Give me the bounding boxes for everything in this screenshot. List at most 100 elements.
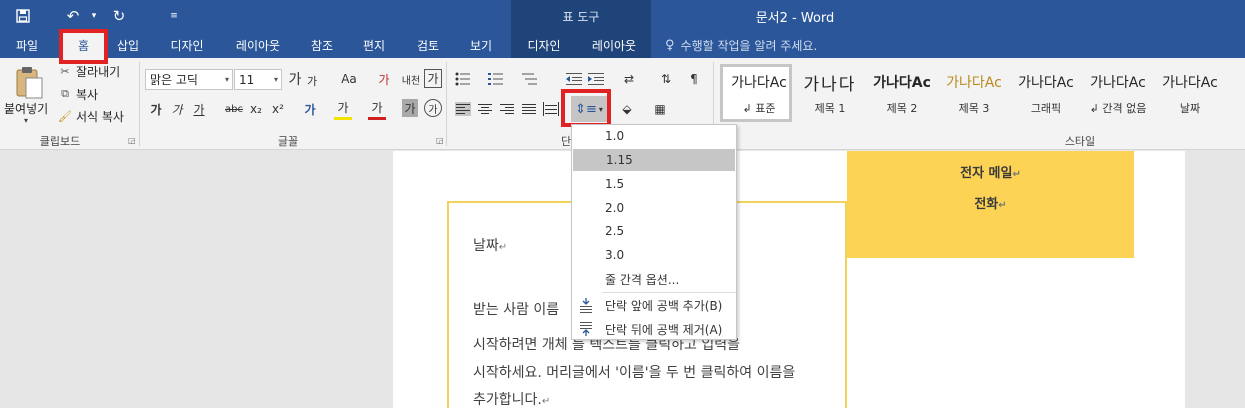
tab-file[interactable]: 파일 [6,32,48,58]
line-spacing-options[interactable]: 줄 간격 옵션... [572,268,736,290]
style-sample: 가나다Ac [1162,75,1218,91]
tell-me-box[interactable]: ♀ 수행할 작업을 알려 주세요. [665,32,817,58]
numbering-icon[interactable] [488,72,504,86]
paste-label[interactable]: 붙여넣기 [4,100,48,117]
contact-phone[interactable]: 전화↵ [847,193,1134,212]
paint-bucket-icon[interactable]: ⬙ [616,98,638,120]
copy-button[interactable]: ⧉ 복사 [58,85,98,103]
contact-phone-text: 전화 [974,197,999,212]
spacing-option-3-0[interactable]: 3.0 [572,244,736,266]
bullets-icon[interactable] [455,72,471,86]
tab-table-design[interactable]: 디자인 [511,32,577,58]
clipboard-paste-icon[interactable] [14,66,44,100]
date-placeholder[interactable]: 날짜↵ [473,235,507,255]
multilevel-list-icon[interactable] [522,72,538,86]
style-date[interactable]: 가나다Ac 날짜 [1154,64,1226,122]
spacing-option-2-0[interactable]: 2.0 [572,197,736,219]
body-text-line-2[interactable]: 시작하세요. 머리글에서 '이름'을 두 번 클릭하여 이름을 [473,362,795,382]
style-heading-3[interactable]: 가나다Ac 제목 3 [938,64,1010,122]
strikethrough-button[interactable]: abc [223,98,245,120]
spacing-option-1-5[interactable]: 1.5 [572,173,736,195]
recipient-placeholder[interactable]: 받는 사람 이름 [473,299,559,319]
style-heading-2[interactable]: 가나다Ac 제목 2 [866,64,938,122]
remove-space-after-item[interactable]: 단락 뒤에 공백 제거(A) [572,318,736,340]
paragraph-mark: ↵ [541,396,551,407]
grow-font-button[interactable]: 가 [286,68,304,90]
menu-divider [602,292,736,293]
cut-button[interactable]: ✂ 잘라내기 [58,62,120,80]
align-center-icon[interactable] [477,102,493,116]
style-name: 날짜 [1179,102,1201,115]
font-color-button[interactable]: 가 [368,98,386,120]
font-size-box[interactable]: 11 ▾ [234,69,282,90]
home-tab-highlight [59,29,108,64]
redo-icon[interactable]: ↻ [104,0,134,32]
text-direction-icon[interactable]: ⇄ [618,68,640,90]
align-right-icon[interactable] [499,102,515,116]
style-heading-1[interactable]: 가나다 제목 1 [794,64,866,122]
line-spacing-menu: 1.0 1.15 1.5 2.0 2.5 3.0 줄 간격 옵션... 단락 앞… [571,124,737,340]
group-divider [139,62,140,146]
undo-dropdown-icon[interactable]: ▾ [88,0,100,32]
style-normal[interactable]: 가나다Ac ↲ 표준 [720,64,792,122]
phonetic-guide-button[interactable]: 내천 [399,68,423,90]
contact-email-text: 전자 메일 [960,166,1013,181]
add-space-before-item[interactable]: 단락 앞에 공백 추가(B) [572,294,736,316]
font-launcher-icon[interactable]: ◲ [436,136,444,145]
bold-button[interactable]: 가 [148,98,164,120]
highlight-button[interactable]: 가 [334,98,352,120]
clear-formatting-button[interactable]: 가 [374,68,394,90]
italic-button[interactable]: 가 [169,98,185,120]
increase-indent-icon[interactable] [588,72,604,86]
tab-design[interactable]: 디자인 [158,32,216,58]
style-graphic[interactable]: 가나다Ac 그래픽 [1010,64,1082,122]
sort-icon[interactable]: ⇅ [656,68,676,90]
style-name: 제목 2 [886,102,918,115]
date-text: 날짜 [473,238,499,254]
align-left-icon[interactable] [455,102,471,116]
text-effects-button[interactable]: 가 [301,98,319,120]
style-sample: 가나다Ac [946,75,1002,91]
spacing-option-2-5[interactable]: 2.5 [572,220,736,242]
quick-access-toolbar: ↶ ▾ ↻ ≡ [0,0,180,32]
enclose-characters-button[interactable]: 가 [424,99,442,117]
show-marks-icon[interactable]: ¶ [684,68,704,90]
tab-mailings[interactable]: 편지 [354,32,394,58]
tab-insert[interactable]: 삽입 [108,32,148,58]
distributed-icon[interactable] [543,102,559,116]
font-size-value: 11 [239,72,255,87]
borders-icon[interactable]: ▦ [650,98,670,120]
tab-view[interactable]: 보기 [460,32,502,58]
superscript-button[interactable]: x² [270,98,286,120]
font-name-box[interactable]: 맑은 고딕 ▾ [145,69,233,90]
table-tools-header: 표 도구 [511,0,651,32]
clipboard-launcher-icon[interactable]: ◲ [128,136,136,145]
change-case-button[interactable]: Aa [336,68,362,90]
character-shading-button[interactable]: 가 [402,99,418,117]
recipient-text: 받는 사람 이름 [473,302,560,318]
format-painter-button[interactable]: 🖌 서식 복사 [58,107,124,125]
character-border-button[interactable]: 가 [424,69,442,88]
tab-references[interactable]: 참조 [302,32,342,58]
tab-layout[interactable]: 레이아웃 [226,32,290,58]
document-title: 문서2 - Word [755,10,835,26]
body-text-line-3[interactable]: 추가합니다.↵ [473,389,550,408]
customize-qat-icon[interactable]: ≡ [168,0,180,32]
tab-table-layout[interactable]: 레이아웃 [577,32,651,58]
shrink-font-button[interactable]: 가 [304,70,320,92]
style-no-spacing[interactable]: 가나다Ac ↲ 간격 없음 [1082,64,1154,122]
subscript-button[interactable]: x₂ [248,98,264,120]
justify-icon[interactable] [521,102,537,116]
cut-label: 잘라내기 [76,64,121,79]
contact-email[interactable]: 전자 메일↵ [847,162,1134,181]
copy-label: 복사 [76,87,99,102]
decrease-indent-icon[interactable] [566,72,582,86]
tab-review[interactable]: 검토 [406,32,450,58]
spacing-option-1-0[interactable]: 1.0 [572,125,736,147]
undo-icon[interactable]: ↶ [58,0,88,32]
paste-dropdown-icon[interactable]: ▾ [24,116,28,125]
save-icon[interactable] [8,0,38,32]
style-name: 제목 1 [814,102,846,115]
spacing-option-1-15[interactable]: 1.15 [573,149,735,171]
underline-button[interactable]: 가 [191,98,207,120]
